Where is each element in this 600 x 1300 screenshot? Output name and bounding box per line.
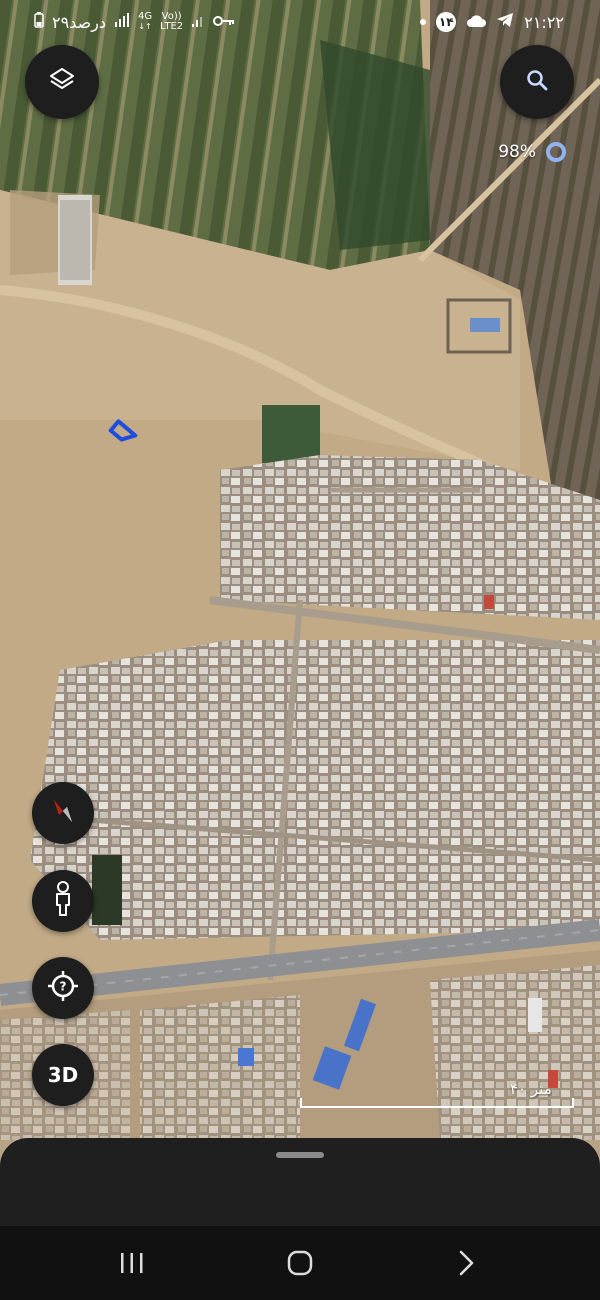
battery-text: ۲۹درصد: [52, 12, 107, 32]
signal-2-icon: [191, 13, 205, 32]
chevron-right-icon: [457, 1250, 475, 1280]
satellite-map[interactable]: [0, 0, 600, 1140]
back-button[interactable]: [446, 1248, 486, 1282]
recent-apps-icon: [119, 1251, 145, 1279]
notification-dot-icon: [420, 19, 427, 25]
layers-icon: [48, 66, 76, 98]
compass-icon: [46, 794, 80, 832]
recent-apps-button[interactable]: [112, 1248, 152, 1282]
status-bar-left: ۲۹درصد 4G ↓↑ Vo)) LTE2: [34, 12, 235, 32]
accuracy-ring-icon: [546, 142, 566, 162]
status-bar-right: ۱۴ ۲۱:۲۲: [420, 12, 564, 32]
lte2-label: LTE2: [160, 21, 184, 32]
scale-bar: ۴۰ متر: [300, 1080, 574, 1108]
vpn-key-icon: [213, 13, 235, 32]
view-3d-button[interactable]: 3D: [32, 1044, 94, 1106]
bottom-sheet[interactable]: [0, 1138, 600, 1228]
notification-badge: ۱۴: [436, 12, 457, 32]
home-button[interactable]: [280, 1248, 320, 1282]
satellite-imagery: [0, 0, 600, 1140]
my-location-button[interactable]: ?: [32, 957, 94, 1019]
gps-accuracy: 98%: [498, 142, 566, 162]
street-view-icon: [50, 881, 76, 921]
street-view-button[interactable]: [32, 870, 94, 932]
battery-icon: [34, 12, 44, 32]
search-button[interactable]: [500, 45, 574, 119]
svg-text:?: ?: [60, 980, 67, 994]
compass-button[interactable]: [32, 782, 94, 844]
sheet-drag-handle[interactable]: [276, 1152, 324, 1158]
layers-button[interactable]: [25, 45, 99, 119]
view-3d-label: 3D: [47, 1063, 79, 1087]
help-location-icon: ?: [46, 969, 80, 1007]
status-time: ۲۱:۲۲: [524, 12, 564, 32]
system-nav-bar: [0, 1226, 600, 1300]
status-bar: ۲۹درصد 4G ↓↑ Vo)) LTE2 ۱۴ ۲۱:۲۲: [0, 0, 600, 48]
network-4g-label: 4G: [138, 11, 153, 22]
telegram-icon: [496, 12, 514, 32]
location-marker-icon[interactable]: [106, 416, 140, 450]
accuracy-text: 98%: [498, 142, 536, 162]
scale-label: ۴۰ متر: [510, 1080, 552, 1098]
cloud-icon: [466, 13, 487, 32]
volte-indicator: Vo)) LTE2: [160, 12, 183, 32]
scale-bar-line: [300, 1098, 574, 1108]
search-icon: [525, 68, 549, 96]
signal-icon: [114, 12, 130, 32]
home-icon: [287, 1250, 313, 1280]
network-indicator: 4G ↓↑: [138, 11, 153, 32]
